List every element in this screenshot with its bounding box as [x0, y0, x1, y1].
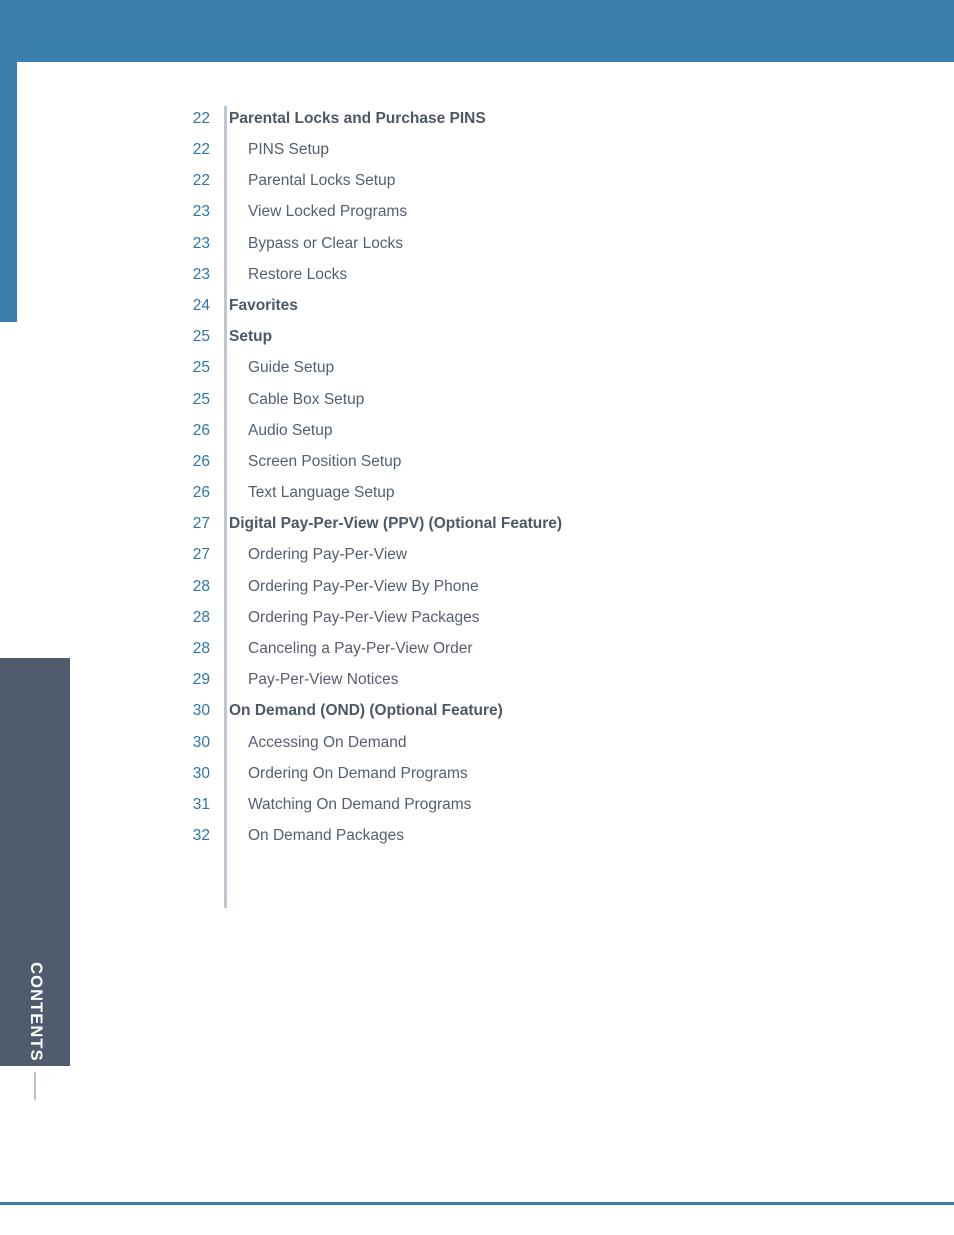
- toc-entry-title: Restore Locks: [248, 265, 348, 283]
- document-page: 22 Parental Locks and Purchase PINS 22 PINS…: [0, 0, 954, 1235]
- toc-entry-page-number: 23: [192, 234, 210, 252]
- toc-entry-page-number: 22: [192, 172, 210, 190]
- toc-entry-title: View Locked Programs: [248, 203, 408, 221]
- toc-entry[interactable]: 23 View Locked Programs: [160, 197, 800, 228]
- footer-rule: [0, 1202, 954, 1205]
- toc-entry[interactable]: 22 PINS Setup: [160, 134, 800, 165]
- toc-entry-title: Ordering On Demand Programs: [248, 764, 468, 782]
- toc-entry[interactable]: 28 Ordering Pay-Per-View Packages: [160, 602, 800, 633]
- toc-entry-title: Accessing On Demand: [248, 733, 407, 751]
- toc-entry-page-number: 26: [192, 421, 210, 439]
- toc-entry-page-number: 30: [192, 702, 210, 720]
- toc-entry-page-number: 29: [192, 671, 210, 689]
- toc-entry-title: Setup: [229, 328, 273, 346]
- toc-entry-title: Cable Box Setup: [248, 390, 365, 408]
- toc-entry-title: Ordering Pay-Per-View By Phone: [248, 577, 479, 595]
- toc-entry[interactable]: 26 Text Language Setup: [160, 477, 800, 508]
- toc-entry[interactable]: 26 Screen Position Setup: [160, 446, 800, 477]
- toc-entry-title: PINS Setup: [248, 141, 329, 159]
- toc-entry[interactable]: 30 Ordering On Demand Programs: [160, 758, 800, 789]
- toc-entry[interactable]: 27 Ordering Pay-Per-View: [160, 540, 800, 571]
- toc-entry-title: Parental Locks Setup: [248, 172, 396, 190]
- toc-entry-page-number: 23: [192, 265, 210, 283]
- toc-entry-page-number: 25: [192, 328, 210, 346]
- toc-entry[interactable]: 25 Setup: [160, 321, 800, 352]
- toc-entry-page-number: 28: [192, 577, 210, 595]
- toc-entry[interactable]: 30 Accessing On Demand: [160, 727, 800, 758]
- toc-entry-title: Guide Setup: [248, 359, 335, 377]
- toc-entry-page-number: 22: [192, 109, 210, 127]
- toc-entry-title: Favorites: [229, 296, 298, 314]
- section-side-tab: CONTENTS 2: [0, 658, 70, 1119]
- toc-entry-page-number: 26: [192, 452, 210, 470]
- toc-entry[interactable]: 30 On Demand (OND) (Optional Feature): [160, 696, 800, 727]
- toc-entry-page-number: 27: [192, 515, 210, 533]
- toc-entry[interactable]: 23 Restore Locks: [160, 259, 800, 290]
- toc-entry[interactable]: 28 Canceling a Pay-Per-View Order: [160, 633, 800, 664]
- toc-entry[interactable]: 25 Cable Box Setup: [160, 384, 800, 415]
- toc-entry[interactable]: 28 Ordering Pay-Per-View By Phone: [160, 571, 800, 602]
- toc-entry-title: Parental Locks and Purchase PINS: [229, 109, 486, 127]
- toc-entry[interactable]: 27 Digital Pay-Per-View (PPV) (Optional F…: [160, 508, 800, 539]
- toc-entry-page-number: 28: [192, 608, 210, 626]
- toc-entry-page-number: 25: [192, 359, 210, 377]
- section-tab-divider: [34, 1071, 36, 1100]
- toc-entry-page-number: 22: [192, 141, 210, 159]
- toc-entry[interactable]: 24 Favorites: [160, 290, 800, 321]
- toc-entry-page-number: 26: [192, 484, 210, 502]
- toc-entry-title: Screen Position Setup: [248, 452, 402, 470]
- section-side-tab-inner: CONTENTS 2: [0, 658, 70, 1119]
- toc-entry-page-number: 27: [192, 546, 210, 564]
- toc-entry[interactable]: 23 Bypass or Clear Locks: [160, 228, 800, 259]
- toc-entry-page-number: 23: [192, 203, 210, 221]
- table-of-contents: 22 Parental Locks and Purchase PINS 22 PINS…: [160, 103, 800, 852]
- toc-entry-page-number: 30: [192, 733, 210, 751]
- toc-entry-page-number: 31: [192, 795, 210, 813]
- toc-entry-page-number: 28: [192, 640, 210, 658]
- toc-entry-page-number: 32: [192, 827, 210, 845]
- page-number-label: 2: [26, 1109, 45, 1119]
- toc-entry-title: Bypass or Clear Locks: [248, 234, 404, 252]
- toc-entry-title: Digital Pay-Per-View (PPV) (Optional Fea…: [229, 515, 563, 533]
- toc-entry-title: Audio Setup: [248, 421, 333, 439]
- toc-entry-title: On Demand (OND) (Optional Feature): [229, 702, 503, 720]
- toc-entry-title: Text Language Setup: [248, 484, 395, 502]
- toc-entry[interactable]: 26 Audio Setup: [160, 415, 800, 446]
- left-accent-strip: [0, 62, 17, 322]
- toc-entry-page-number: 24: [192, 296, 210, 314]
- toc-entry[interactable]: 32 On Demand Packages: [160, 820, 800, 851]
- toc-entry[interactable]: 31 Watching On Demand Programs: [160, 789, 800, 820]
- toc-entry[interactable]: 22 Parental Locks Setup: [160, 165, 800, 196]
- section-tab-label: CONTENTS: [26, 962, 45, 1062]
- toc-entry[interactable]: 29 Pay-Per-View Notices: [160, 664, 800, 695]
- toc-entry-title: Ordering Pay-Per-View: [248, 546, 408, 564]
- toc-entry[interactable]: 25 Guide Setup: [160, 353, 800, 384]
- toc-entry-title: Pay-Per-View Notices: [248, 671, 399, 689]
- section-side-tab-rotated-text: CONTENTS 2: [26, 962, 45, 1119]
- toc-entry-page-number: 30: [192, 764, 210, 782]
- toc-entry-title: Canceling a Pay-Per-View Order: [248, 640, 473, 658]
- header-accent-bar: [0, 0, 954, 62]
- toc-entry-title: Watching On Demand Programs: [248, 795, 472, 813]
- toc-entry-title: On Demand Packages: [248, 827, 404, 845]
- toc-entry[interactable]: 22 Parental Locks and Purchase PINS: [160, 103, 800, 134]
- toc-entry-page-number: 25: [192, 390, 210, 408]
- toc-entry-title: Ordering Pay-Per-View Packages: [248, 608, 480, 626]
